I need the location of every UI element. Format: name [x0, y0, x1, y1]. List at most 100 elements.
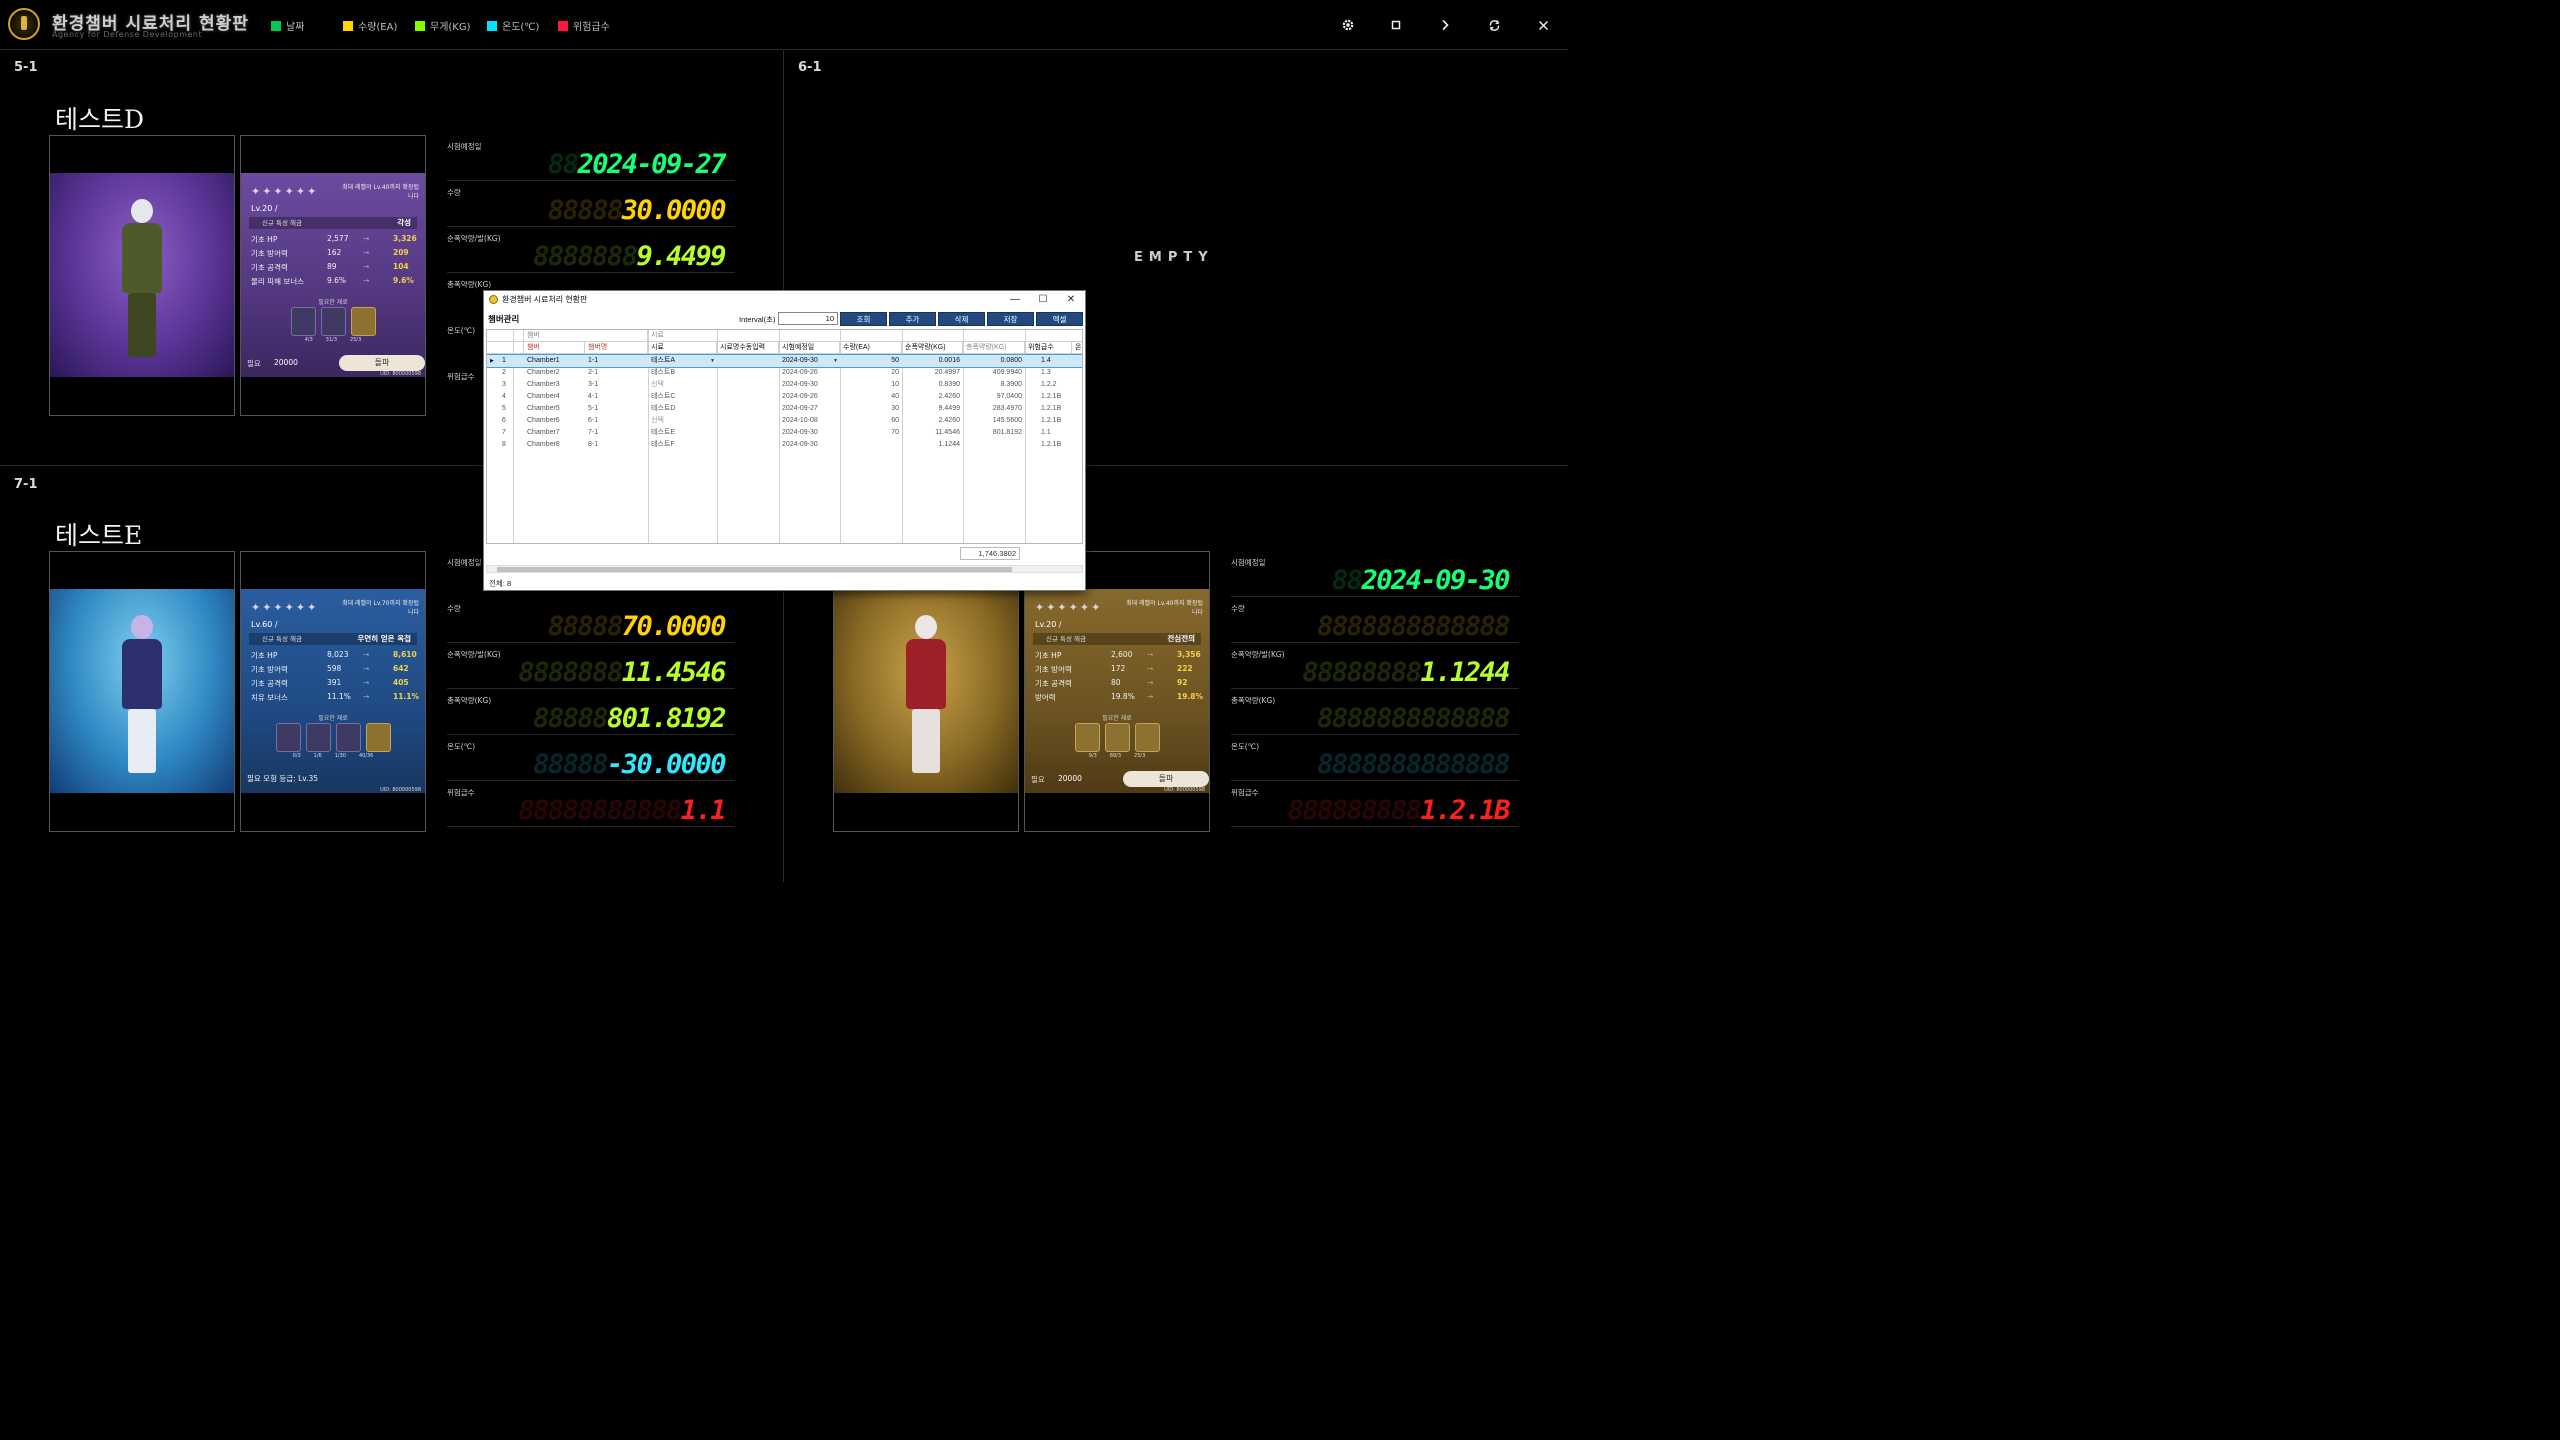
table-row[interactable]: 6 Chamber6 6-1 선택 2024-10-08 60 2.4260 1…	[487, 415, 1082, 427]
cell-sample[interactable]: 선택	[648, 379, 717, 391]
cell-qty[interactable]: 30	[840, 403, 902, 415]
close-icon[interactable]	[1533, 15, 1553, 35]
interval-input[interactable]: 10	[778, 312, 838, 325]
cell-manual[interactable]	[717, 403, 779, 415]
column-header[interactable]: 총폭약량(KG)	[963, 342, 1025, 354]
cell-total[interactable]: 283.4970	[963, 403, 1025, 415]
cell-chamber-name[interactable]: 2-1	[585, 367, 648, 379]
cell-total[interactable]: 8.3900	[963, 379, 1025, 391]
cell-manual[interactable]	[717, 367, 779, 379]
save-button[interactable]: 저장	[987, 312, 1034, 326]
horizontal-scrollbar[interactable]	[486, 565, 1083, 573]
cell-sample[interactable]: 테스트D	[648, 403, 717, 415]
cell-chamber[interactable]: Chamber5	[524, 403, 585, 415]
chevron-right-icon[interactable]	[1435, 15, 1455, 35]
cell-total[interactable]: 145.5600	[963, 415, 1025, 427]
cell-qty[interactable]: 50	[840, 355, 902, 367]
excel-button[interactable]: 엑셀	[1036, 312, 1083, 326]
cell-net[interactable]: 20.4997	[902, 367, 963, 379]
table-row[interactable]: ▶ 1 Chamber1 1-1 테스트A ▼ 2024-09-30 ▼ 50 0.…	[487, 353, 1082, 369]
cell-chamber[interactable]: Chamber8	[524, 439, 585, 451]
cell-sample[interactable]: 테스트A ▼	[648, 355, 717, 367]
column-header[interactable]: 순폭약량(KG)	[902, 342, 963, 354]
cell-date[interactable]: 2024-09-27	[779, 403, 840, 415]
square-icon[interactable]	[1386, 15, 1406, 35]
cell-date[interactable]: 2024-09-30	[779, 439, 840, 451]
cell-date[interactable]: 2024-10-08	[779, 415, 840, 427]
column-header[interactable]: 시료명수동입력	[717, 342, 779, 354]
cell-date[interactable]: 2024-09-30	[779, 379, 840, 391]
cell-total[interactable]: 409.9940	[963, 367, 1025, 379]
cell-sample[interactable]: 선택	[648, 415, 717, 427]
cell-total[interactable]	[963, 439, 1025, 451]
cell-risk[interactable]: 1.2.1B	[1025, 415, 1072, 427]
ascend-button[interactable]: 돌파	[339, 355, 425, 371]
cell-risk[interactable]: 1.2.1B	[1025, 391, 1072, 403]
cell-date[interactable]: 2024-09-30 ▼	[779, 355, 840, 367]
cell-chamber-name[interactable]: 5-1	[585, 403, 648, 415]
cell-chamber-name[interactable]: 3-1	[585, 379, 648, 391]
ascend-button[interactable]: 돌파	[1123, 771, 1209, 787]
table-row[interactable]: 7 Chamber7 7-1 테스트E 2024-09-30 70 11.454…	[487, 427, 1082, 439]
table-row[interactable]: 5 Chamber5 5-1 테스트D 2024-09-27 30 9.4499…	[487, 403, 1082, 415]
table-row[interactable]: 2 Chamber2 2-1 테스트B 2024-09-26 20 20.499…	[487, 367, 1082, 379]
refresh-icon[interactable]	[1484, 15, 1504, 35]
cell-manual[interactable]	[717, 379, 779, 391]
cell-sample[interactable]: 테스트B	[648, 367, 717, 379]
add-button[interactable]: 추가	[889, 312, 936, 326]
scrollbar-thumb[interactable]	[497, 567, 1012, 572]
cell-risk[interactable]: 1.3	[1025, 367, 1072, 379]
cell-date[interactable]: 2024-09-26	[779, 391, 840, 403]
dropdown-arrow-icon[interactable]: ▼	[710, 355, 715, 367]
cell-chamber-name[interactable]: 8-1	[585, 439, 648, 451]
cell-chamber[interactable]: Chamber7	[524, 427, 585, 439]
dialog-titlebar[interactable]: 환경챔버 시료처리 현황판 — ☐ ✕	[484, 291, 1085, 309]
cell-chamber-name[interactable]: 6-1	[585, 415, 648, 427]
cell-date[interactable]: 2024-09-26	[779, 367, 840, 379]
cell-chamber[interactable]: Chamber2	[524, 367, 585, 379]
cell-qty[interactable]: 60	[840, 415, 902, 427]
cell-manual[interactable]	[717, 439, 779, 451]
column-header[interactable]: 위험급수	[1025, 342, 1072, 354]
cell-manual[interactable]	[717, 415, 779, 427]
cell-sample[interactable]: 테스트E	[648, 427, 717, 439]
cell-total[interactable]: 97.0400	[963, 391, 1025, 403]
cell-net[interactable]: 0.0016	[902, 355, 963, 367]
cell-chamber-name[interactable]: 7-1	[585, 427, 648, 439]
column-header[interactable]: 시료	[648, 342, 717, 354]
cell-chamber[interactable]: Chamber4	[524, 391, 585, 403]
delete-button[interactable]: 삭제	[938, 312, 985, 326]
gear-icon[interactable]	[1338, 15, 1358, 35]
cell-sample[interactable]: 테스트F	[648, 439, 717, 451]
cell-sample[interactable]: 테스트C	[648, 391, 717, 403]
cell-total[interactable]: 801.8192	[963, 427, 1025, 439]
cell-qty[interactable]: 20	[840, 367, 902, 379]
cell-date[interactable]: 2024-09-30	[779, 427, 840, 439]
cell-chamber[interactable]: Chamber6	[524, 415, 585, 427]
cell-qty[interactable]: 70	[840, 427, 902, 439]
cell-risk[interactable]: 1.2.1B	[1025, 439, 1072, 451]
cell-chamber-name[interactable]: 1-1	[585, 355, 648, 367]
cell-chamber-name[interactable]: 4-1	[585, 391, 648, 403]
column-header[interactable]: 시험예정일	[779, 342, 840, 354]
table-row[interactable]: 4 Chamber4 4-1 테스트C 2024-09-26 40 2.4260…	[487, 391, 1082, 403]
cell-qty[interactable]: 10	[840, 379, 902, 391]
cell-risk[interactable]: 1.2.2	[1025, 379, 1072, 391]
column-header[interactable]: 수량(EA)	[840, 342, 902, 354]
cell-qty[interactable]: 40	[840, 391, 902, 403]
cell-manual[interactable]	[717, 427, 779, 439]
cell-chamber[interactable]: Chamber3	[524, 379, 585, 391]
table-row[interactable]: 3 Chamber3 3-1 선택 2024-09-30 10 0.8390 8…	[487, 379, 1082, 391]
cell-risk[interactable]: 1.2.1B	[1025, 403, 1072, 415]
column-header[interactable]: 챔버	[524, 342, 585, 354]
dropdown-arrow-icon[interactable]: ▼	[833, 355, 838, 367]
cell-net[interactable]: 11.4546	[902, 427, 963, 439]
cell-net[interactable]: 2.4260	[902, 391, 963, 403]
cell-manual[interactable]	[717, 391, 779, 403]
cell-net[interactable]: 0.8390	[902, 379, 963, 391]
cell-net[interactable]: 1.1244	[902, 439, 963, 451]
cell-risk[interactable]: 1.4	[1025, 355, 1072, 367]
cell-risk[interactable]: 1.1	[1025, 427, 1072, 439]
cell-manual[interactable]	[717, 355, 779, 367]
column-header[interactable]: 챔버명	[585, 342, 648, 354]
